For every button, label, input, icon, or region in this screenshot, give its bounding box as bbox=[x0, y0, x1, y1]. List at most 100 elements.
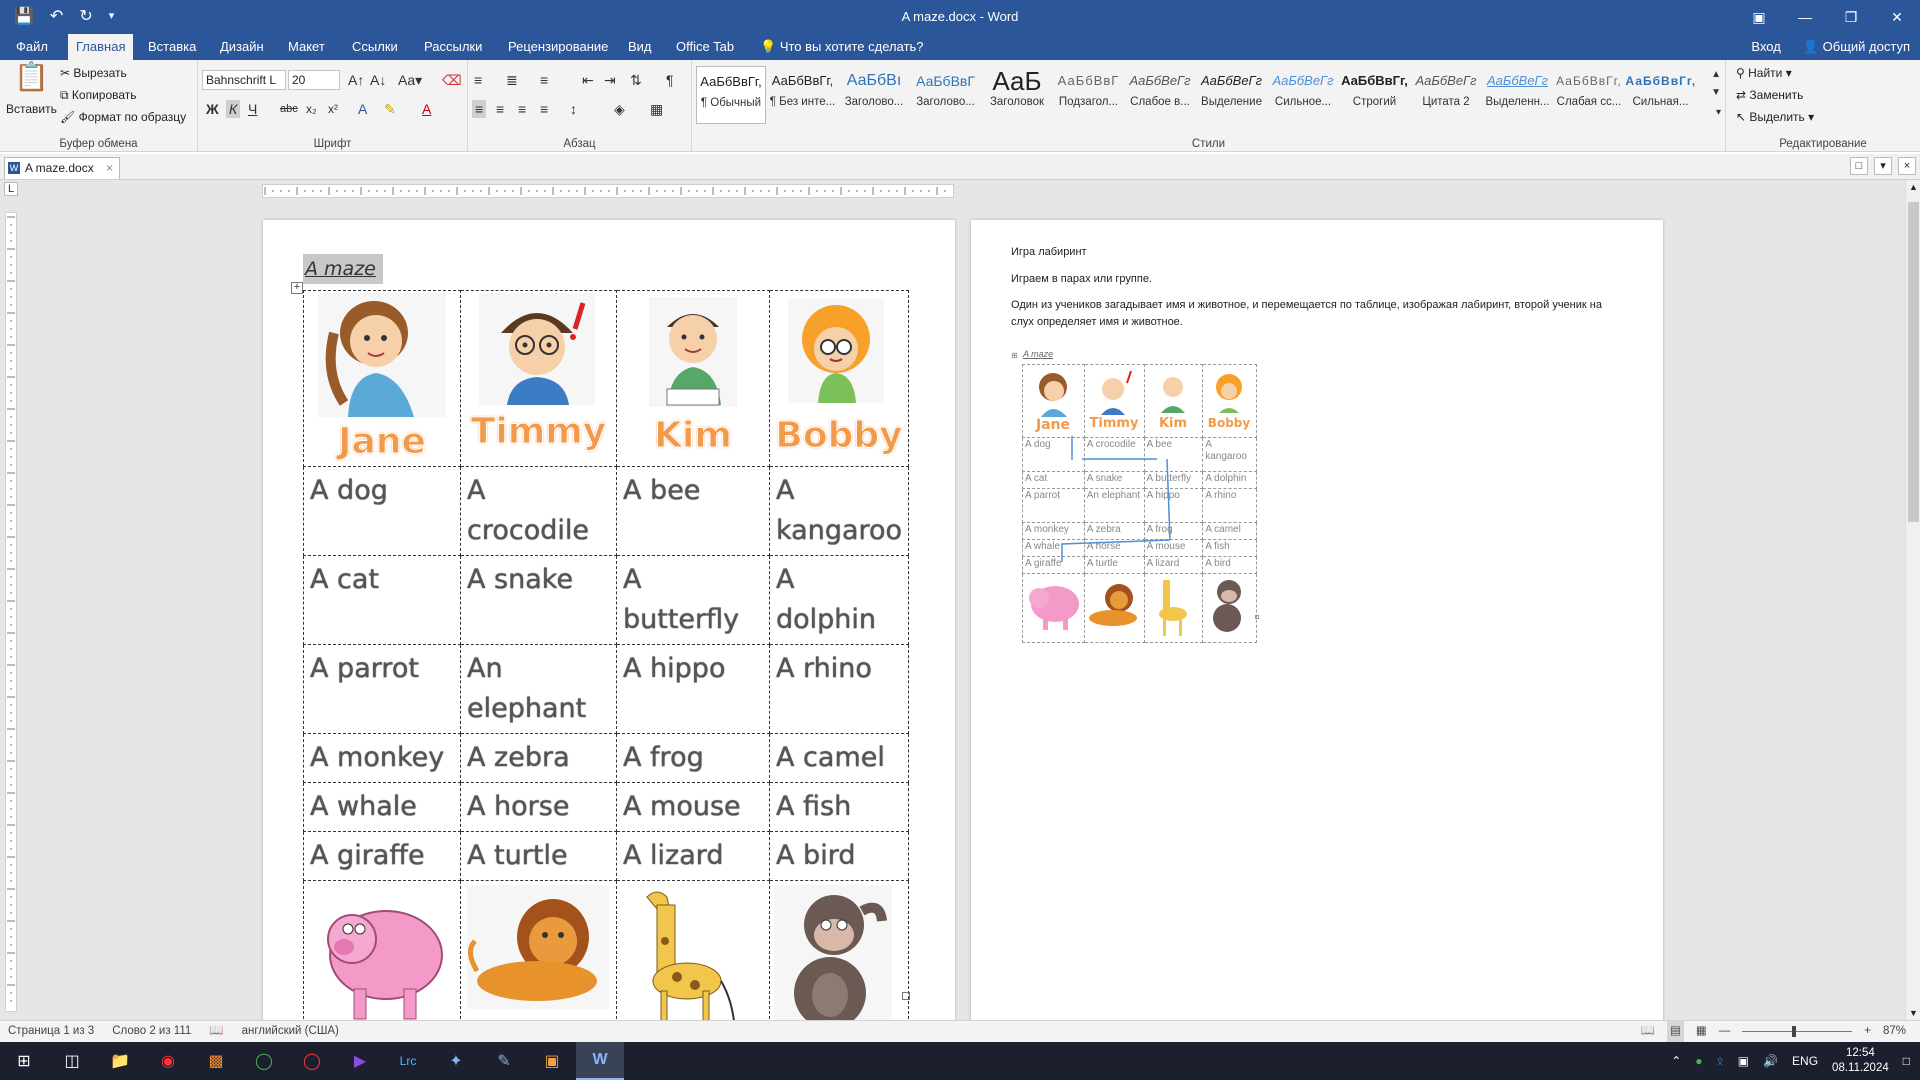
highlight-icon[interactable]: ✎ bbox=[384, 100, 396, 118]
document-canvas[interactable]: A maze + Jane Timmy Kim Bobby A dog A cr… bbox=[22, 202, 1905, 1020]
tab-menu-icon[interactable]: ▾ bbox=[1874, 157, 1892, 175]
document-tab[interactable]: W A maze.docx × bbox=[4, 157, 120, 179]
italic-icon[interactable]: К bbox=[226, 100, 241, 118]
borders-icon[interactable]: ▦ bbox=[650, 100, 663, 118]
opera-icon[interactable]: ◯ bbox=[288, 1042, 336, 1080]
style-item[interactable]: АаБбВвГ Подзагол... bbox=[1054, 66, 1124, 124]
keyboard-language[interactable]: ENG bbox=[1792, 1054, 1818, 1068]
strikethrough-icon[interactable]: abc bbox=[280, 100, 298, 118]
styles-more-icon[interactable]: ▾ bbox=[1716, 104, 1721, 122]
close-doc-icon[interactable]: × bbox=[1898, 157, 1916, 175]
style-item[interactable]: АаБбВеГг Сильное... bbox=[1268, 66, 1338, 124]
close-tab-icon[interactable]: × bbox=[106, 158, 113, 178]
table-cell[interactable]: A kangaroo bbox=[768, 466, 910, 556]
table-cell[interactable]: A bird bbox=[768, 831, 910, 881]
app-bird-icon[interactable]: ✦ bbox=[432, 1042, 480, 1080]
app-yellow-icon[interactable]: ▣ bbox=[528, 1042, 576, 1080]
bullets-icon[interactable]: ≡ bbox=[474, 71, 482, 89]
table-cell[interactable]: A crocodile bbox=[460, 466, 617, 556]
tab-mailings[interactable]: Рассылки bbox=[416, 34, 490, 60]
app-orange-icon[interactable]: ▩ bbox=[192, 1042, 240, 1080]
table-cell[interactable]: A cat bbox=[303, 555, 461, 645]
style-item[interactable]: АаБ Заголовок bbox=[982, 66, 1052, 124]
chrome-icon[interactable]: ◯ bbox=[240, 1042, 288, 1080]
yandex-browser-icon[interactable]: ◉ bbox=[144, 1042, 192, 1080]
table-cell[interactable]: A bee bbox=[616, 466, 770, 556]
subscript-icon[interactable]: x₂ bbox=[306, 100, 317, 118]
file-explorer-icon[interactable]: 📁 bbox=[96, 1042, 144, 1080]
style-item[interactable]: АаБбВеГг Выделенн... bbox=[1483, 66, 1553, 124]
clock[interactable]: 12:54 08.11.2024 bbox=[1832, 1046, 1889, 1076]
cut-button[interactable]: ✂ Вырезать bbox=[60, 66, 127, 80]
table-cell[interactable]: A camel bbox=[768, 733, 910, 783]
tab-design[interactable]: Дизайн bbox=[212, 34, 272, 60]
notifications-icon[interactable]: □ bbox=[1903, 1054, 1910, 1068]
volume-icon[interactable]: 🔊 bbox=[1763, 1054, 1778, 1068]
table-cell[interactable]: A zebra bbox=[460, 733, 617, 783]
table-cell[interactable]: An elephant bbox=[460, 644, 617, 734]
page-1[interactable]: A maze + Jane Timmy Kim Bobby A dog A cr… bbox=[263, 220, 955, 1020]
font-color-icon[interactable]: A bbox=[422, 100, 431, 118]
table-cell[interactable]: A butterfly bbox=[616, 555, 770, 645]
style-item[interactable]: АаБбВвГг, ¶ Обычный bbox=[696, 66, 766, 124]
scroll-down-icon[interactable]: ▼ bbox=[1909, 1008, 1918, 1018]
table-cell[interactable]: A turtle bbox=[460, 831, 617, 881]
table-cell[interactable]: A dolphin bbox=[768, 555, 910, 645]
cell-bobby[interactable]: Bobby bbox=[768, 290, 910, 467]
tab-selector-icon[interactable]: L bbox=[4, 182, 18, 196]
tray-expand-icon[interactable]: ⌃ bbox=[1671, 1054, 1681, 1068]
style-item[interactable]: АаБбВвГг, Сильная... bbox=[1626, 66, 1696, 124]
table-cell[interactable]: A hippo bbox=[616, 644, 770, 734]
tab-references[interactable]: Ссылки bbox=[344, 34, 406, 60]
bold-icon[interactable]: Ж bbox=[206, 100, 219, 118]
align-left-icon[interactable]: ≡ bbox=[472, 100, 487, 118]
web-layout-icon[interactable]: ▦ bbox=[1696, 1021, 1707, 1042]
mini-resize-handle-icon[interactable] bbox=[1255, 615, 1259, 619]
replace-button[interactable]: ⇄ Заменить bbox=[1736, 88, 1803, 102]
scroll-thumb[interactable] bbox=[1908, 202, 1919, 522]
tab-view[interactable]: Вид bbox=[620, 34, 660, 60]
minimize-icon[interactable]: — bbox=[1782, 0, 1828, 34]
paste-button[interactable]: Вставить bbox=[6, 102, 57, 116]
cell-monkey[interactable] bbox=[768, 880, 910, 1020]
table-cell[interactable]: A frog bbox=[616, 733, 770, 783]
new-tab-icon[interactable]: □ bbox=[1850, 157, 1868, 175]
app-paint-icon[interactable]: ✎ bbox=[480, 1042, 528, 1080]
ribbon-display-icon[interactable]: ▣ bbox=[1736, 0, 1782, 34]
align-center-icon[interactable]: ≡ bbox=[496, 100, 504, 118]
vertical-scrollbar[interactable]: ▲ ▼ bbox=[1905, 180, 1920, 1020]
superscript-icon[interactable]: x² bbox=[328, 100, 338, 118]
network-icon[interactable]: ▣ bbox=[1738, 1054, 1749, 1068]
align-right-icon[interactable]: ≡ bbox=[518, 100, 526, 118]
zoom-level[interactable]: 87% bbox=[1883, 1021, 1906, 1042]
tray-app-icon[interactable]: ● bbox=[1695, 1054, 1702, 1068]
sign-in-link[interactable]: Вход bbox=[1751, 34, 1780, 60]
page-2[interactable]: Игра лабиринт Играем в парах или группе.… bbox=[971, 220, 1663, 1020]
language[interactable]: английский (США) bbox=[242, 1021, 339, 1042]
cell-giraffe[interactable] bbox=[616, 880, 770, 1020]
select-button[interactable]: ↖ Выделить ▾ bbox=[1736, 110, 1814, 124]
vertical-ruler[interactable] bbox=[0, 202, 22, 1020]
tab-file[interactable]: Файл bbox=[8, 34, 56, 60]
style-item[interactable]: АаБбВеГг Цитата 2 bbox=[1411, 66, 1481, 124]
table-cell[interactable]: A parrot bbox=[303, 644, 461, 734]
increase-indent-icon[interactable]: ⇥ bbox=[604, 71, 616, 89]
zoom-slider[interactable] bbox=[1742, 1026, 1853, 1037]
word-taskbar-icon[interactable]: W bbox=[576, 1042, 624, 1080]
table-cell[interactable]: A lizard bbox=[616, 831, 770, 881]
table-cell[interactable]: A snake bbox=[460, 555, 617, 645]
table-cell[interactable]: A rhino bbox=[768, 644, 910, 734]
grow-font-icon[interactable]: A↑ bbox=[348, 71, 364, 89]
shading-icon[interactable]: ◈ bbox=[614, 100, 625, 118]
table-cell[interactable]: A horse bbox=[460, 782, 617, 832]
zoom-out-icon[interactable]: — bbox=[1719, 1021, 1731, 1042]
change-case-icon[interactable]: Aa▾ bbox=[398, 71, 422, 89]
page-count[interactable]: Страница 1 из 3 bbox=[8, 1021, 94, 1042]
table-cell[interactable]: A fish bbox=[768, 782, 910, 832]
tab-home[interactable]: Главная bbox=[68, 34, 134, 60]
shrink-font-icon[interactable]: A↓ bbox=[370, 71, 386, 89]
cell-jane[interactable]: Jane bbox=[303, 290, 461, 467]
table-cell[interactable]: A monkey bbox=[303, 733, 461, 783]
paste-icon[interactable]: 📋 bbox=[14, 63, 49, 91]
tab-layout[interactable]: Макет bbox=[280, 34, 333, 60]
